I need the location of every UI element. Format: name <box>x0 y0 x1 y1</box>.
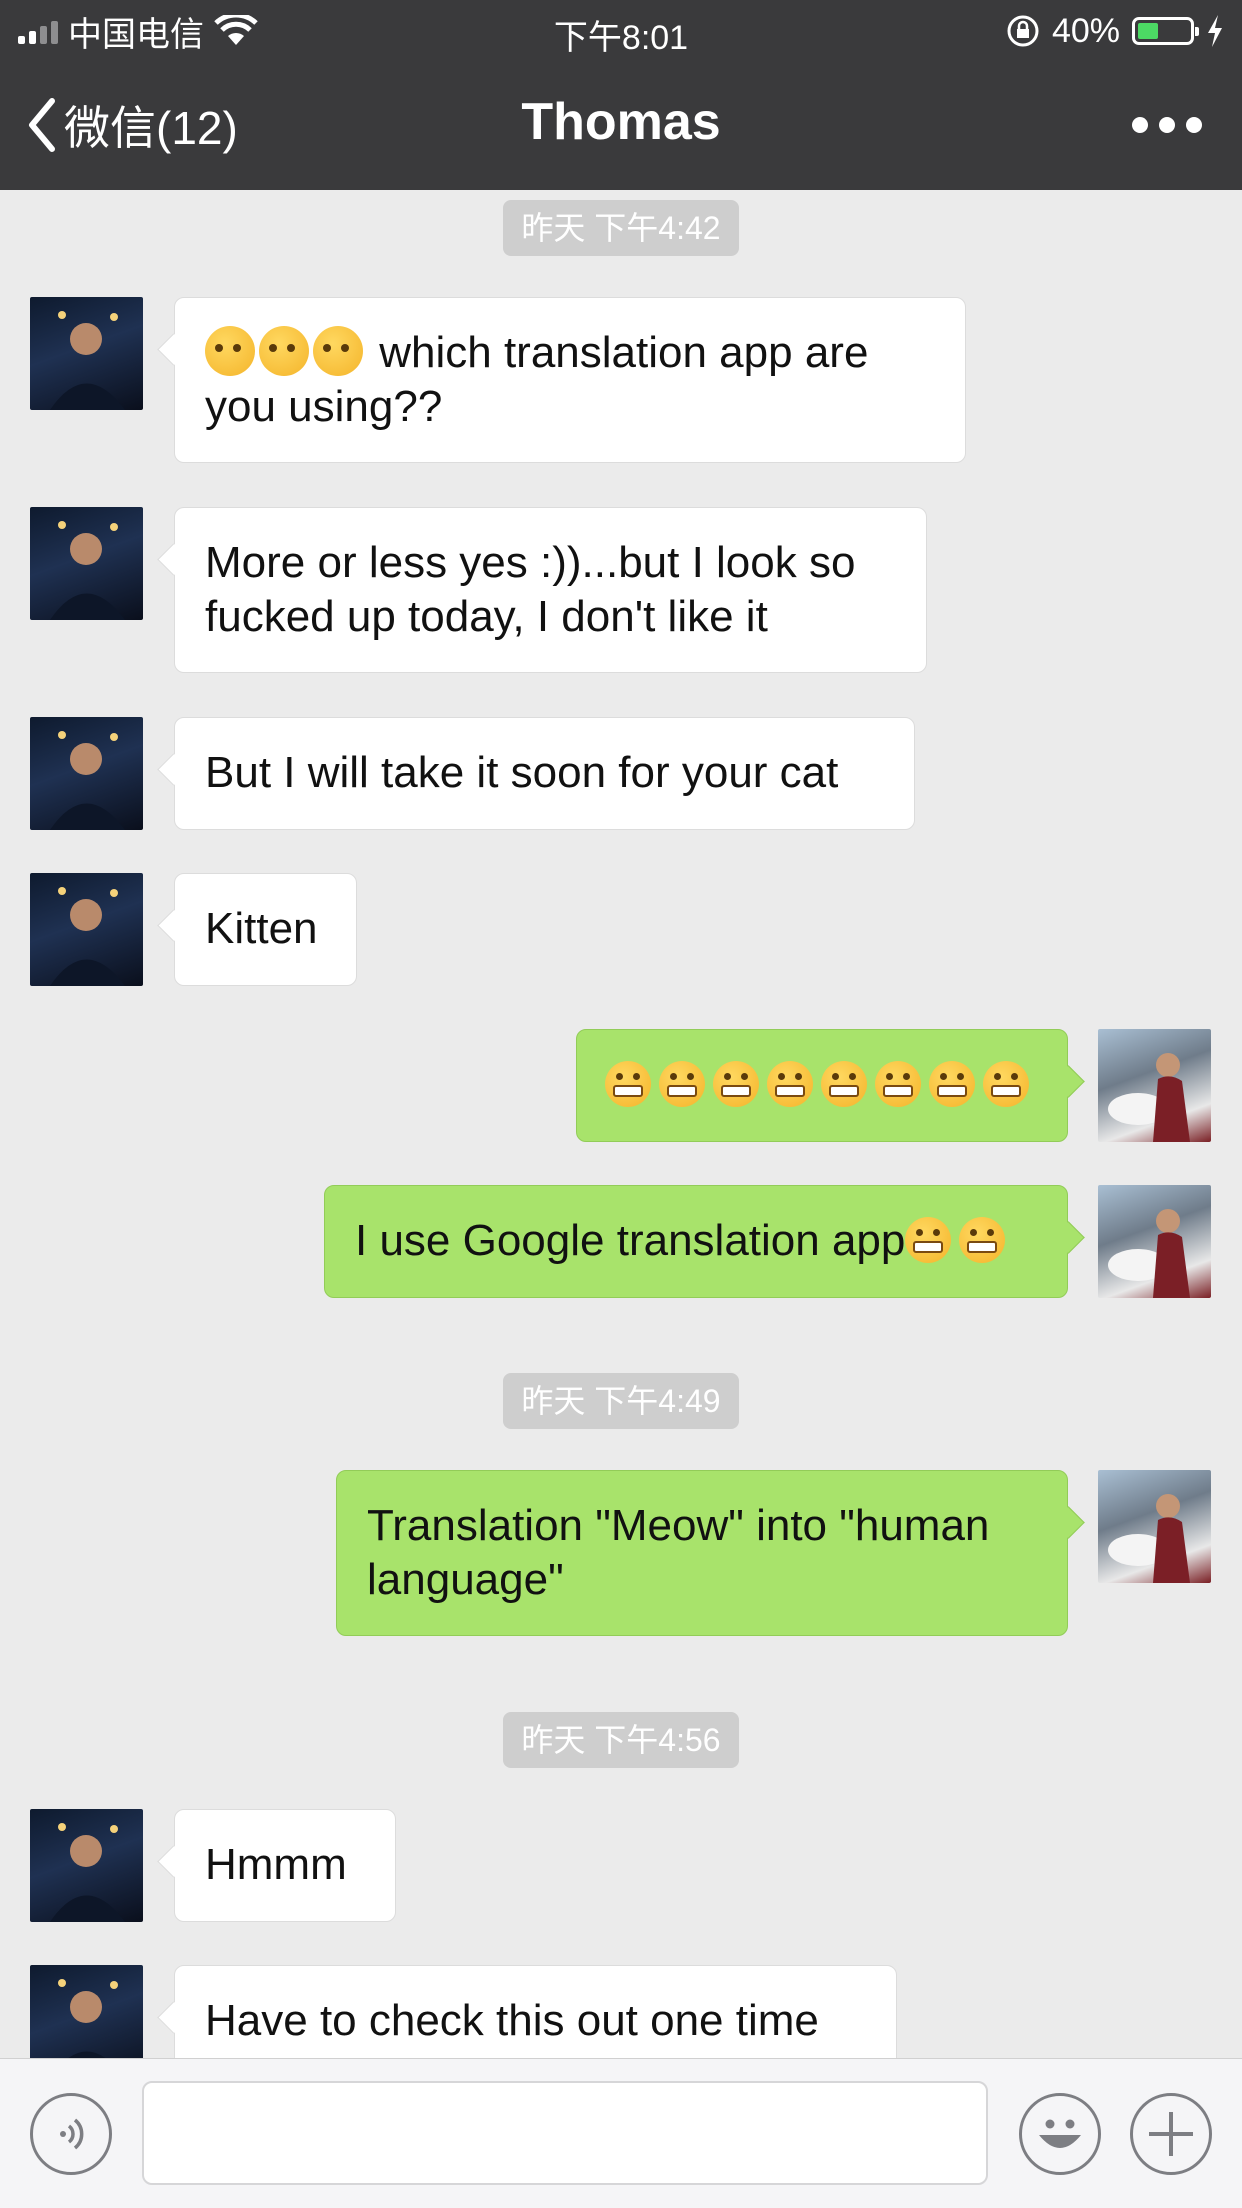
contact-avatar[interactable] <box>30 1809 143 1922</box>
chat-title: Thomas <box>521 93 721 151</box>
thinking-face-icon <box>259 326 309 376</box>
grimacing-face-icon <box>905 1217 952 1263</box>
timestamp-label: 昨天 下午4:56 <box>503 1712 739 1768</box>
battery-percent: 40% <box>1051 11 1120 50</box>
my-avatar[interactable] <box>1098 1470 1211 1583</box>
message-text: Translation "Meow" into "human language" <box>367 1501 990 1604</box>
contact-avatar[interactable] <box>30 717 143 830</box>
grimacing-face-icon <box>821 1061 867 1107</box>
message-bubble-incoming[interactable]: which translation app are you using?? <box>174 297 966 463</box>
voice-icon[interactable] <box>30 2093 112 2175</box>
timestamp: 昨天 下午4:56 <box>0 1712 1242 1768</box>
voice-wave-icon <box>60 2118 84 2150</box>
grimacing-face-icon <box>767 1061 813 1107</box>
status-right: 40% <box>1006 10 1224 52</box>
grimacing-face-icon <box>929 1061 975 1107</box>
message-input[interactable] <box>142 2081 988 2185</box>
grimacing-face-icon <box>713 1061 759 1107</box>
chat-area[interactable]: 昨天 下午4:42 which translation app are you … <box>0 190 1242 2058</box>
message-text: I use Google translation app <box>355 1216 906 1265</box>
more-dots-icon[interactable] <box>1132 110 1202 140</box>
grimacing-face-icon <box>983 1061 1029 1107</box>
message-text: Kitten <box>205 904 318 953</box>
my-avatar[interactable] <box>1098 1029 1211 1142</box>
charging-icon <box>1208 15 1222 47</box>
grimacing-face-icon <box>959 1217 1006 1263</box>
my-avatar[interactable] <box>1098 1185 1211 1298</box>
message-bubble-outgoing[interactable] <box>576 1029 1068 1142</box>
timestamp-label: 昨天 下午4:42 <box>503 200 739 256</box>
input-bar <box>0 2058 1242 2208</box>
message-bubble-outgoing[interactable]: Translation "Meow" into "human language" <box>336 1470 1068 1636</box>
message-bubble-incoming[interactable]: Kitten <box>174 873 357 986</box>
timestamp-label: 昨天 下午4:49 <box>503 1373 739 1429</box>
grimacing-face-icon <box>659 1061 705 1107</box>
message-text: Have to check this out one time <box>205 1996 819 2045</box>
plus-icon[interactable] <box>1130 2093 1212 2175</box>
nav-bar: 微信(12) Thomas <box>0 62 1242 190</box>
message-bubble-incoming[interactable]: More or less yes :))...but I look so fuc… <box>174 507 927 673</box>
message-text: More or less yes :))...but I look so fuc… <box>205 538 856 641</box>
thinking-face-icon <box>205 326 255 376</box>
contact-avatar[interactable] <box>30 297 143 410</box>
timestamp: 昨天 下午4:49 <box>0 1373 1242 1429</box>
message-bubble-incoming[interactable]: Have to check this out one time <box>174 1965 897 2058</box>
message-bubble-outgoing[interactable]: I use Google translation app <box>324 1185 1068 1298</box>
message-bubble-incoming[interactable]: But I will take it soon for your cat <box>174 717 915 830</box>
timestamp: 昨天 下午4:42 <box>0 200 1242 256</box>
message-bubble-incoming[interactable]: Hmmm <box>174 1809 396 1922</box>
grimacing-face-icon <box>875 1061 921 1107</box>
grimacing-face-icon <box>605 1061 651 1107</box>
contact-avatar[interactable] <box>30 873 143 986</box>
message-text: But I will take it soon for your cat <box>205 748 839 797</box>
thinking-face-icon <box>313 326 363 376</box>
smiley-face-icon <box>1039 2119 1081 2148</box>
battery-icon <box>1132 17 1199 45</box>
add-icon <box>1149 2112 1193 2156</box>
status-bar: 中国电信 下午8:01 40% <box>0 0 1242 62</box>
contact-avatar[interactable] <box>30 1965 143 2058</box>
emoji-icon[interactable] <box>1019 2093 1101 2175</box>
contact-avatar[interactable] <box>30 507 143 620</box>
message-text: Hmmm <box>205 1840 347 1889</box>
orientation-lock-icon <box>1007 15 1039 47</box>
